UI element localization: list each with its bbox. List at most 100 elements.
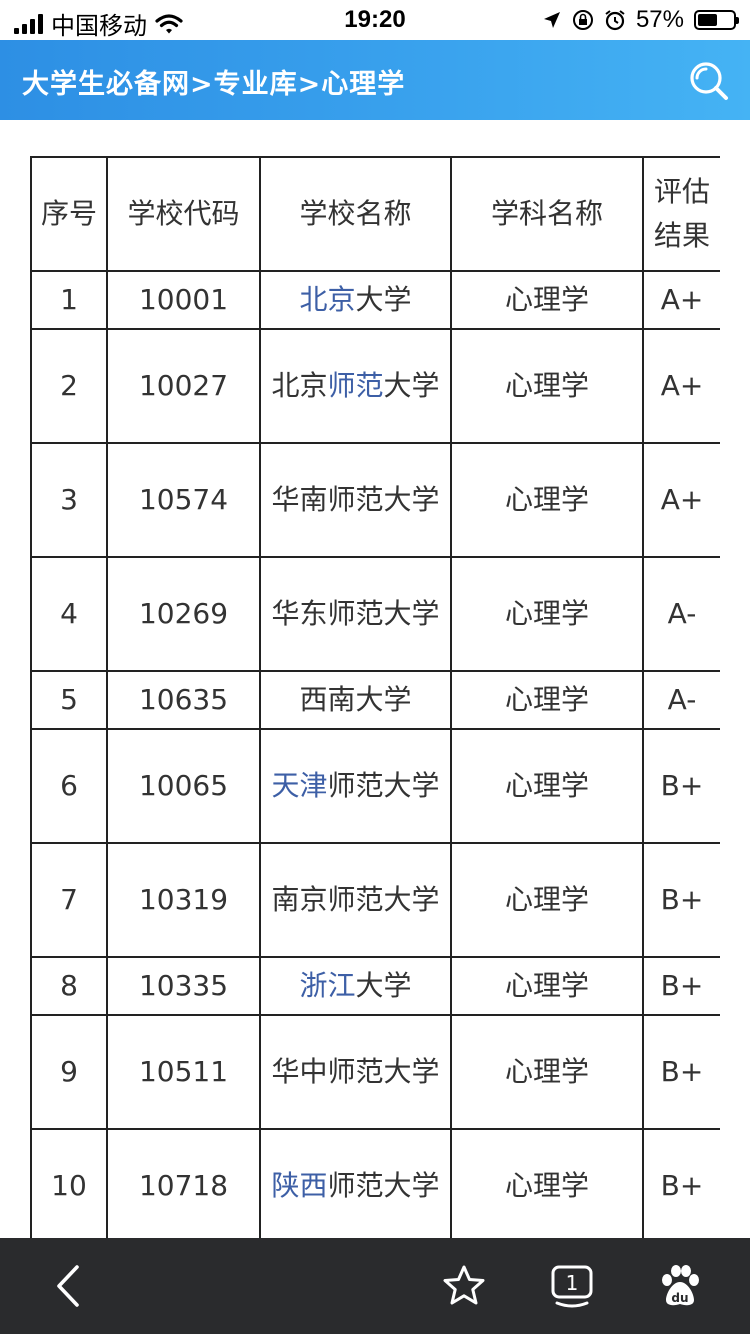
cell-subject: 心理学: [450, 270, 644, 330]
tabs-button[interactable]: 1: [546, 1260, 598, 1312]
table-row: 10 10718 陕西师范大学 心理学 B+: [30, 1128, 720, 1238]
table-row: 5 10635 西南大学 心理学 A-: [30, 670, 720, 730]
cell-grade: A-: [642, 670, 720, 730]
cell-school-code: 10065: [106, 728, 261, 844]
table-row: 1 10001 北京大学 心理学 A+: [30, 270, 720, 330]
status-right: 57%: [542, 6, 739, 34]
search-button[interactable]: [686, 58, 730, 102]
table-row: 7 10319 南京师范大学 心理学 B+: [30, 842, 720, 958]
table-row: 3 10574 华南师范大学 心理学 A+: [30, 442, 720, 558]
cell-school-code: 10511: [106, 1014, 261, 1130]
cell-index: 10: [30, 1128, 108, 1238]
header-subject-name: 学科名称: [450, 156, 644, 272]
cell-grade: A+: [642, 442, 720, 558]
school-name-link[interactable]: 浙江: [299, 969, 355, 1002]
ranking-table-container: 序号 学校代码 学校名称 学科名称 评估 结果 1 10001 北京大学 心理学 A+ 2 1…: [30, 156, 720, 1238]
school-name-text: 南京师范大学: [271, 883, 440, 916]
table-header-row: 序号 学校代码 学校名称 学科名称 评估结果: [30, 156, 720, 272]
cell-subject: 心理学: [450, 1128, 644, 1238]
rotation-lock-icon: [572, 10, 593, 30]
cell-school-name: 南京师范大学: [259, 842, 452, 958]
school-name-text: 西南大学: [299, 683, 412, 716]
cell-index: 2: [30, 328, 108, 444]
cell-school-name: 北京大学: [259, 270, 452, 330]
cell-school-code: 10001: [106, 270, 261, 330]
cell-school-code: 10027: [106, 328, 261, 444]
cell-grade: B+: [642, 956, 720, 1016]
school-name-link[interactable]: 陕西: [271, 1169, 327, 1202]
cell-grade: B+: [642, 1128, 720, 1238]
browser-bottom-bar: 1 du: [0, 1238, 750, 1334]
cell-school-name: 西南大学: [259, 670, 452, 730]
cell-grade: B+: [642, 728, 720, 844]
cell-school-name: 天津师范大学: [259, 728, 452, 844]
cell-index: 6: [30, 728, 108, 844]
cell-index: 7: [30, 842, 108, 958]
cell-subject: 心理学: [450, 670, 644, 730]
cell-school-name: 华东师范大学: [259, 556, 452, 672]
baidu-paw-icon: du: [662, 1265, 699, 1306]
cell-grade: B+: [642, 1014, 720, 1130]
nav-bar: 大学生必备网>专业库>心理学: [0, 40, 750, 120]
cell-school-name: 陕西师范大学: [259, 1128, 452, 1238]
cell-subject: 心理学: [450, 442, 644, 558]
school-name-text: 华南师范大学: [271, 483, 440, 516]
school-name-link[interactable]: 天津: [271, 769, 327, 802]
cell-subject: 心理学: [450, 842, 644, 958]
school-name-text: 师范大学: [327, 769, 440, 802]
header-index: 序号: [30, 156, 108, 272]
table-row: 6 10065 天津师范大学 心理学 B+: [30, 728, 720, 844]
school-name-link[interactable]: 北京: [299, 283, 355, 316]
school-name-prefix: 北京: [271, 369, 328, 402]
cell-school-code: 10269: [106, 556, 261, 672]
cell-grade: A+: [642, 270, 720, 330]
baidu-button[interactable]: du: [654, 1260, 706, 1312]
location-arrow-icon: [543, 12, 560, 28]
tab-count: 1: [566, 1271, 579, 1295]
table-row: 2 10027 北京师范大学 心理学 A+: [30, 328, 720, 444]
alarm-icon: [605, 10, 625, 31]
header-grade-line2: 结果: [653, 219, 710, 252]
header-school-name: 学校名称: [259, 156, 452, 272]
favorite-button[interactable]: [438, 1260, 490, 1312]
search-icon: [690, 62, 728, 100]
breadcrumb[interactable]: 大学生必备网>专业库>心理学: [22, 62, 405, 101]
cell-school-code: 10335: [106, 956, 261, 1016]
cell-subject: 心理学: [450, 556, 644, 672]
school-name-text: 大学: [355, 283, 412, 316]
cell-index: 3: [30, 442, 108, 558]
cell-school-name: 北京师范大学: [259, 328, 452, 444]
cell-school-code: 10574: [106, 442, 261, 558]
header-school-code: 学校代码: [106, 156, 261, 272]
cell-index: 9: [30, 1014, 108, 1130]
cell-index: 1: [30, 270, 108, 330]
table-row: 8 10335 浙江大学 心理学 B+: [30, 956, 720, 1016]
cell-grade: B+: [642, 842, 720, 958]
battery-percent: 57%: [635, 6, 684, 33]
cell-school-name: 浙江大学: [259, 956, 452, 1016]
star-icon: [443, 1265, 485, 1305]
cell-school-name: 华中师范大学: [259, 1014, 452, 1130]
school-name-text: 华中师范大学: [271, 1055, 440, 1088]
cell-school-code: 10718: [106, 1128, 261, 1238]
table-row: 4 10269 华东师范大学 心理学 A-: [30, 556, 720, 672]
cell-subject: 心理学: [450, 328, 644, 444]
table-row: 9 10511 华中师范大学 心理学 B+: [30, 1014, 720, 1130]
cell-subject: 心理学: [450, 1014, 644, 1130]
cell-index: 4: [30, 556, 108, 672]
school-name-text: 大学: [383, 369, 440, 402]
cell-index: 8: [30, 956, 108, 1016]
school-name-link[interactable]: 师范: [327, 369, 383, 402]
back-button[interactable]: [42, 1260, 94, 1312]
header-grade-line1: 评估: [653, 175, 710, 208]
cell-index: 5: [30, 670, 108, 730]
header-grade: 评估 结果: [642, 156, 720, 272]
svg-text:du: du: [671, 1291, 688, 1305]
cell-subject: 心理学: [450, 728, 644, 844]
cell-school-code: 10319: [106, 842, 261, 958]
cell-grade: A-: [642, 556, 720, 672]
school-name-text: 华东师范大学: [271, 597, 440, 630]
cell-school-code: 10635: [106, 670, 261, 730]
battery-icon: [694, 10, 739, 30]
back-icon: [57, 1265, 79, 1307]
